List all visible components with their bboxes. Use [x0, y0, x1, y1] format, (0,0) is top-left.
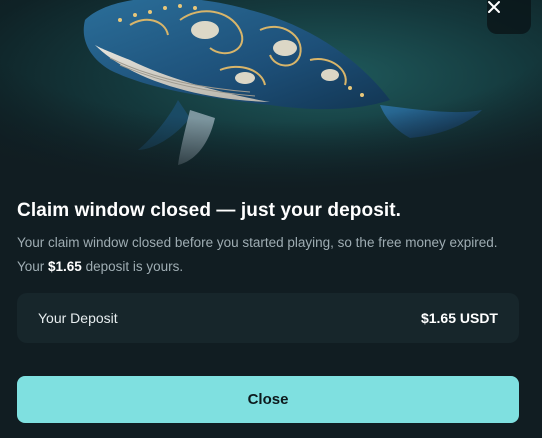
- deposit-value: $1.65 USDT: [420, 310, 498, 326]
- close-button[interactable]: Close: [17, 376, 519, 423]
- deposit-summary-card: Your Deposit $1.65 USDT: [17, 293, 519, 343]
- dialog-title: Claim window closed — just your deposit.: [17, 200, 402, 221]
- description-text-end: deposit is yours.: [81, 259, 184, 274]
- whale-illustration: [0, 0, 542, 190]
- dialog-description: Your claim window closed before you star…: [17, 231, 517, 279]
- close-icon-button[interactable]: [487, 0, 531, 34]
- claim-closed-modal: Claim window closed — just your deposit.…: [0, 0, 542, 438]
- description-amount: $1.65: [48, 259, 82, 274]
- deposit-label: Your Deposit: [38, 310, 118, 326]
- hero-banner: [0, 0, 542, 190]
- close-icon: [488, 1, 500, 13]
